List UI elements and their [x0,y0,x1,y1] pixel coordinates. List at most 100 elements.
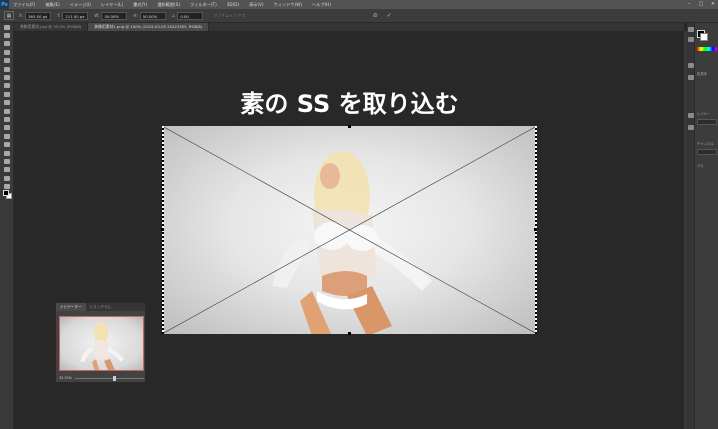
x-field: X: 363.50 px [19,11,52,20]
transform-handle-bottom[interactable] [348,332,351,335]
hand-tool-icon[interactable] [0,174,14,182]
navigator-zoom: 33.33% [59,375,144,381]
crop-glyph-icon [4,58,10,64]
h-input[interactable]: 50.00% [139,11,166,20]
minimize-button[interactable]: – [686,1,692,7]
eraser-glyph-icon [4,108,10,114]
marquee-glyph-icon [4,33,10,39]
history-brush-glyph-icon [4,100,10,106]
brush-glyph-icon [4,83,10,89]
blur-tool-icon[interactable] [0,124,14,132]
move-glyph-icon [4,24,10,30]
panel-icon-strip [687,23,695,429]
menu-window[interactable]: ウィンドウ(W) [274,2,302,8]
color-spectrum[interactable] [697,47,717,51]
menu-bar: Ps ファイル(F) 編集(E) イメージ(I) レイヤー(L) 書式(Y) 選… [0,0,718,9]
zoom-slider[interactable] [75,375,144,381]
hand-glyph-icon [4,175,10,181]
maximize-button[interactable]: □ [698,1,704,7]
path-select-glyph-icon [4,158,10,164]
tools-panel [0,23,14,429]
blur-glyph-icon [4,125,10,131]
menu-image[interactable]: イメージ(I) [70,2,91,8]
page-title: 素の SS を取り込む [240,90,459,118]
commit-transform-icon[interactable]: ✓ [385,12,393,20]
navigator-thumbnail-art [80,322,124,370]
history-brush-tool-icon[interactable] [0,99,14,107]
crop-tool-icon[interactable] [0,57,14,65]
y-input[interactable]: 211.00 px [62,11,89,20]
swatches-label[interactable]: 色見本 [697,71,707,76]
placed-image[interactable] [162,126,537,334]
zoom-value[interactable]: 33.33% [59,376,75,380]
shape-glyph-icon [4,167,10,173]
paths-label[interactable]: パス [697,163,704,168]
menu-edit[interactable]: 編集(E) [45,2,59,8]
reference-point-icon[interactable]: ▦ [4,11,14,20]
angle-field: ∠ 0.00 [172,11,204,20]
menu-file[interactable]: ファイル(F) [13,2,35,8]
h-field: H: 50.00% [133,11,166,20]
quick-select-tool-icon[interactable] [0,48,14,56]
blend-mode-field[interactable] [697,149,717,155]
menu-view[interactable]: 表示(V) [249,2,264,8]
adjustments-icon[interactable] [688,63,694,68]
menu-type[interactable]: 書式(Y) [133,2,147,8]
navigator-thumbnail[interactable] [59,316,144,371]
marquee-tool-icon[interactable] [0,31,14,39]
type-tool-icon[interactable] [0,149,14,157]
clone-stamp-tool-icon[interactable] [0,90,14,98]
move-tool-icon[interactable] [0,23,14,31]
path-select-tool-icon[interactable] [0,157,14,165]
shape-tool-icon[interactable] [0,166,14,174]
healing-tool-icon[interactable] [0,73,14,81]
character-icon[interactable] [688,125,694,130]
transform-handle-left[interactable] [161,228,164,231]
channels-label[interactable]: チャンネル [697,141,714,146]
properties-icon[interactable] [688,37,694,42]
photoshop-logo: Ps [0,0,9,9]
doc-tab-2[interactable]: 装飾用素材1.png @ 100% (2015-03-05 20422355, … [88,23,210,31]
x-input[interactable]: 363.50 px [25,11,52,20]
w-label: W: [94,13,100,18]
clone-stamp-glyph-icon [4,91,10,97]
cancel-transform-icon[interactable]: ⊘ [371,12,379,20]
dodge-tool-icon[interactable] [0,132,14,140]
angle-input[interactable]: 0.00 [177,11,204,20]
h-label: H: [133,13,138,18]
type-glyph-icon [4,150,10,156]
lasso-tool-icon[interactable] [0,40,14,48]
eyedropper-tool-icon[interactable] [0,65,14,73]
tab-histogram[interactable]: ヒストグラム [86,303,115,311]
tab-navigator[interactable]: ナビゲーター [56,303,86,311]
menu-filter[interactable]: フィルター(T) [190,2,217,8]
menu-3d[interactable]: 3D(D) [227,2,239,7]
layers-label[interactable]: レイヤー [697,111,710,116]
doc-tab-1[interactable]: 装飾用素材.psd @ 33.3% (RGB/8) [14,23,89,31]
close-button[interactable]: × [710,1,716,7]
document-tabs: 装飾用素材.psd @ 33.3% (RGB/8) 装飾用素材1.png @ 1… [14,23,684,31]
transform-handle-top[interactable] [348,125,351,128]
healing-glyph-icon [4,75,10,81]
styles-icon[interactable] [688,75,694,80]
brush-icon[interactable] [688,113,694,118]
w-input[interactable]: 50.00% [101,11,128,20]
menu-select[interactable]: 選択範囲(S) [157,2,180,8]
brush-tool-icon[interactable] [0,82,14,90]
history-icon[interactable] [688,27,694,32]
menu-layer[interactable]: レイヤー(L) [101,2,123,8]
gradient-tool-icon[interactable] [0,115,14,123]
w-field: W: 50.00% [94,11,128,20]
transform-handle-right[interactable] [534,228,537,231]
menu-help[interactable]: ヘルプ(H) [312,2,331,8]
quick-select-glyph-icon [4,49,10,55]
pen-tool-icon[interactable] [0,140,14,148]
foreground-swatch[interactable] [3,190,9,196]
layer-filter-field[interactable] [697,119,717,125]
background-color-chip[interactable] [700,33,708,41]
zoom-slider-knob[interactable] [112,375,116,381]
eyedropper-glyph-icon [4,66,10,72]
anti-alias-checkbox[interactable]: アンチエイリアス [213,13,245,19]
gradient-glyph-icon [4,116,10,122]
eraser-tool-icon[interactable] [0,107,14,115]
